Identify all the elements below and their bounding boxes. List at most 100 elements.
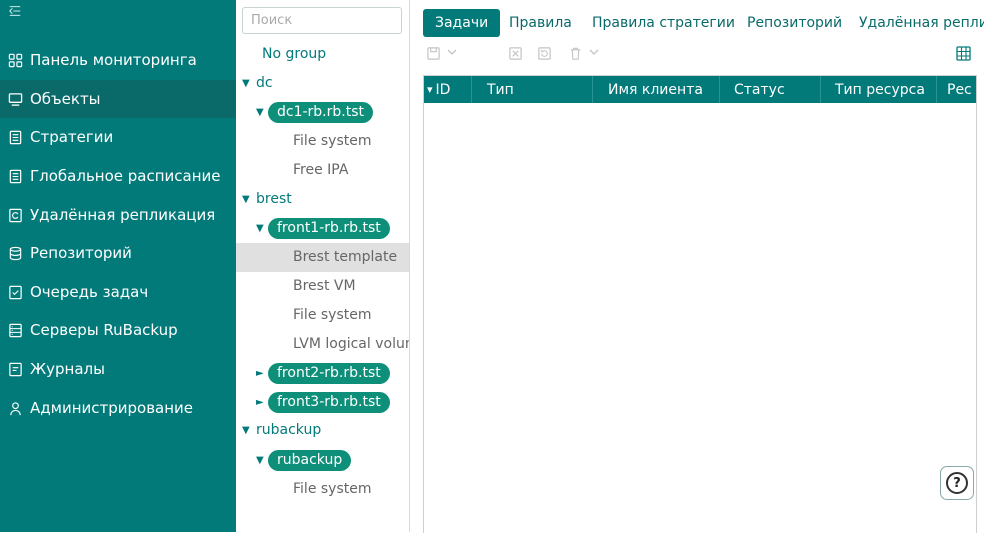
sidebar-item-label: Панель мониторинга [30, 51, 197, 69]
column-header-label: Имя клиента [608, 81, 703, 98]
tree-resource[interactable]: Free IPA [293, 162, 348, 178]
tab-label: Репозиторий [747, 15, 843, 31]
monitor-icon [7, 91, 23, 107]
tree-group-no-group[interactable]: No group [262, 46, 326, 62]
search-input[interactable] [242, 7, 402, 34]
tree-node-label: LVM logical volum [293, 336, 410, 352]
sidebar-item-repository[interactable]: Репозиторий [0, 234, 236, 272]
expanded-arrow-icon[interactable]: ▼ [256, 223, 268, 234]
sidebar-item-task-queue[interactable]: Очередь задач [0, 273, 236, 311]
server-icon [7, 322, 23, 338]
sidebar-item-label: Администрирование [30, 399, 194, 417]
expanded-arrow-icon[interactable]: ▼ [242, 194, 254, 205]
tab-strategy-rules[interactable]: Правила стратегии [592, 9, 735, 37]
tree-client-front1[interactable]: ▼ front1-rb.rb.tst [256, 218, 390, 239]
delete-icon[interactable] [568, 46, 583, 65]
tree-client-rubackup[interactable]: ▼ rubackup [256, 450, 352, 471]
object-tree: No group ▼dc ▼dc1-rb.rb.tst File system … [236, 0, 410, 532]
table-settings-icon[interactable] [955, 45, 973, 63]
tree-resource[interactable]: Brest VM [293, 278, 356, 294]
tree-client-front2[interactable]: ► front2-rb.rb.tst [256, 363, 390, 384]
column-header-status[interactable]: Статус [720, 76, 821, 103]
sidebar-item-label: Репозиторий [30, 244, 132, 262]
sidebar: Панель мониторинга Объекты Стратегии Гло… [0, 0, 236, 532]
database-icon [7, 245, 23, 261]
cancel-icon[interactable] [508, 46, 523, 65]
list-icon [7, 168, 23, 184]
column-header-label: Статус [734, 81, 785, 98]
chevron-down-icon[interactable] [446, 46, 458, 62]
tree-node-label: Free IPA [293, 162, 349, 178]
tree-node-label: File system [293, 133, 372, 149]
help-icon: ? [946, 472, 968, 494]
tree-group-rubackup[interactable]: ▼ rubackup [242, 422, 321, 438]
sidebar-item-objects[interactable]: Объекты [0, 80, 236, 118]
expanded-arrow-icon[interactable]: ▼ [242, 425, 254, 436]
tree-node-label: File system [293, 481, 372, 497]
tree-resource-selected[interactable]: Brest template [293, 249, 397, 265]
collapsed-arrow-icon[interactable]: ► [256, 368, 268, 379]
column-header-id[interactable]: ▾ ID [424, 76, 472, 103]
main-panel: Задачи Правила Правила стратегии Репозит… [410, 0, 984, 533]
tree-node-label: dc [256, 75, 273, 91]
sidebar-item-label: Журналы [30, 360, 105, 378]
sidebar-item-label: Глобальное расписание [30, 167, 221, 185]
sidebar-item-strategies[interactable]: Стратегии [0, 118, 236, 156]
column-header-resource-type[interactable]: Тип ресурса [821, 76, 937, 103]
chevron-down-icon[interactable] [588, 46, 600, 62]
column-header-label: Тип [487, 81, 514, 98]
tree-resource[interactable]: File system [293, 133, 372, 149]
collapsed-arrow-icon[interactable]: ► [256, 397, 268, 408]
tab-label: Задачи [435, 15, 489, 31]
column-header-type[interactable]: Тип [472, 76, 593, 103]
sidebar-item-servers[interactable]: Серверы RuBackup [0, 311, 236, 349]
sidebar-item-dashboard[interactable]: Панель мониторинга [0, 41, 236, 79]
checklist-icon [7, 284, 23, 300]
sidebar-item-remote-replication[interactable]: Удалённая репликация [0, 196, 236, 234]
tab-rules[interactable]: Правила [509, 9, 572, 37]
tree-node-label: File system [293, 307, 372, 323]
tab-repository[interactable]: Репозиторий [747, 9, 842, 37]
client-pill: front1-rb.rb.tst [268, 218, 390, 239]
help-button[interactable]: ? [940, 466, 974, 500]
tab-label: Правила [509, 15, 572, 31]
column-header-label: Тип ресурса [835, 81, 925, 98]
sidebar-item-label: Очередь задач [30, 283, 149, 301]
sidebar-item-label: Стратегии [30, 128, 114, 146]
tree-client-dc1[interactable]: ▼ dc1-rb.rb.tst [256, 102, 374, 123]
tree-resource[interactable]: File system [293, 307, 372, 323]
column-header-label: Рес [947, 81, 972, 98]
sidebar-item-logs[interactable]: Журналы [0, 350, 236, 388]
tab-remote-replication[interactable]: Удалённая реплик [859, 9, 984, 37]
restore-icon[interactable] [537, 46, 552, 65]
user-icon [7, 400, 23, 416]
sidebar-item-administration[interactable]: Администрирование [0, 389, 236, 427]
tab-tasks[interactable]: Задачи [423, 9, 501, 37]
sidebar-item-global-schedule[interactable]: Глобальное расписание [0, 157, 236, 195]
expanded-arrow-icon[interactable]: ▼ [256, 107, 268, 118]
tree-resource[interactable]: LVM logical volum [293, 336, 410, 352]
tree-node-label: rubackup [256, 422, 322, 438]
replication-icon [7, 207, 23, 223]
client-pill: front3-rb.rb.tst [268, 392, 390, 413]
collapse-sidebar-icon[interactable] [8, 4, 24, 20]
expanded-arrow-icon[interactable]: ▼ [242, 78, 254, 89]
sidebar-item-label: Серверы RuBackup [30, 321, 178, 339]
tree-group-dc[interactable]: ▼ dc [242, 75, 273, 91]
document-icon [7, 129, 23, 145]
tree-group-brest[interactable]: ▼ brest [242, 191, 292, 207]
client-pill: dc1-rb.rb.tst [268, 102, 374, 123]
tree-resource[interactable]: File system [293, 481, 372, 497]
column-header-client-name[interactable]: Имя клиента [593, 76, 720, 103]
column-header-label: ID [435, 81, 451, 98]
column-header-resource[interactable]: Рес [937, 76, 976, 103]
tree-node-label: brest [256, 191, 292, 207]
sort-indicator-icon: ▾ [427, 83, 433, 96]
sidebar-item-label: Объекты [30, 90, 101, 108]
dashboard-icon [7, 52, 23, 68]
save-icon[interactable] [426, 46, 441, 65]
tree-client-front3[interactable]: ► front3-rb.rb.tst [256, 392, 390, 413]
log-icon [7, 361, 23, 377]
expanded-arrow-icon[interactable]: ▼ [256, 455, 268, 466]
client-pill: front2-rb.rb.tst [268, 363, 390, 384]
